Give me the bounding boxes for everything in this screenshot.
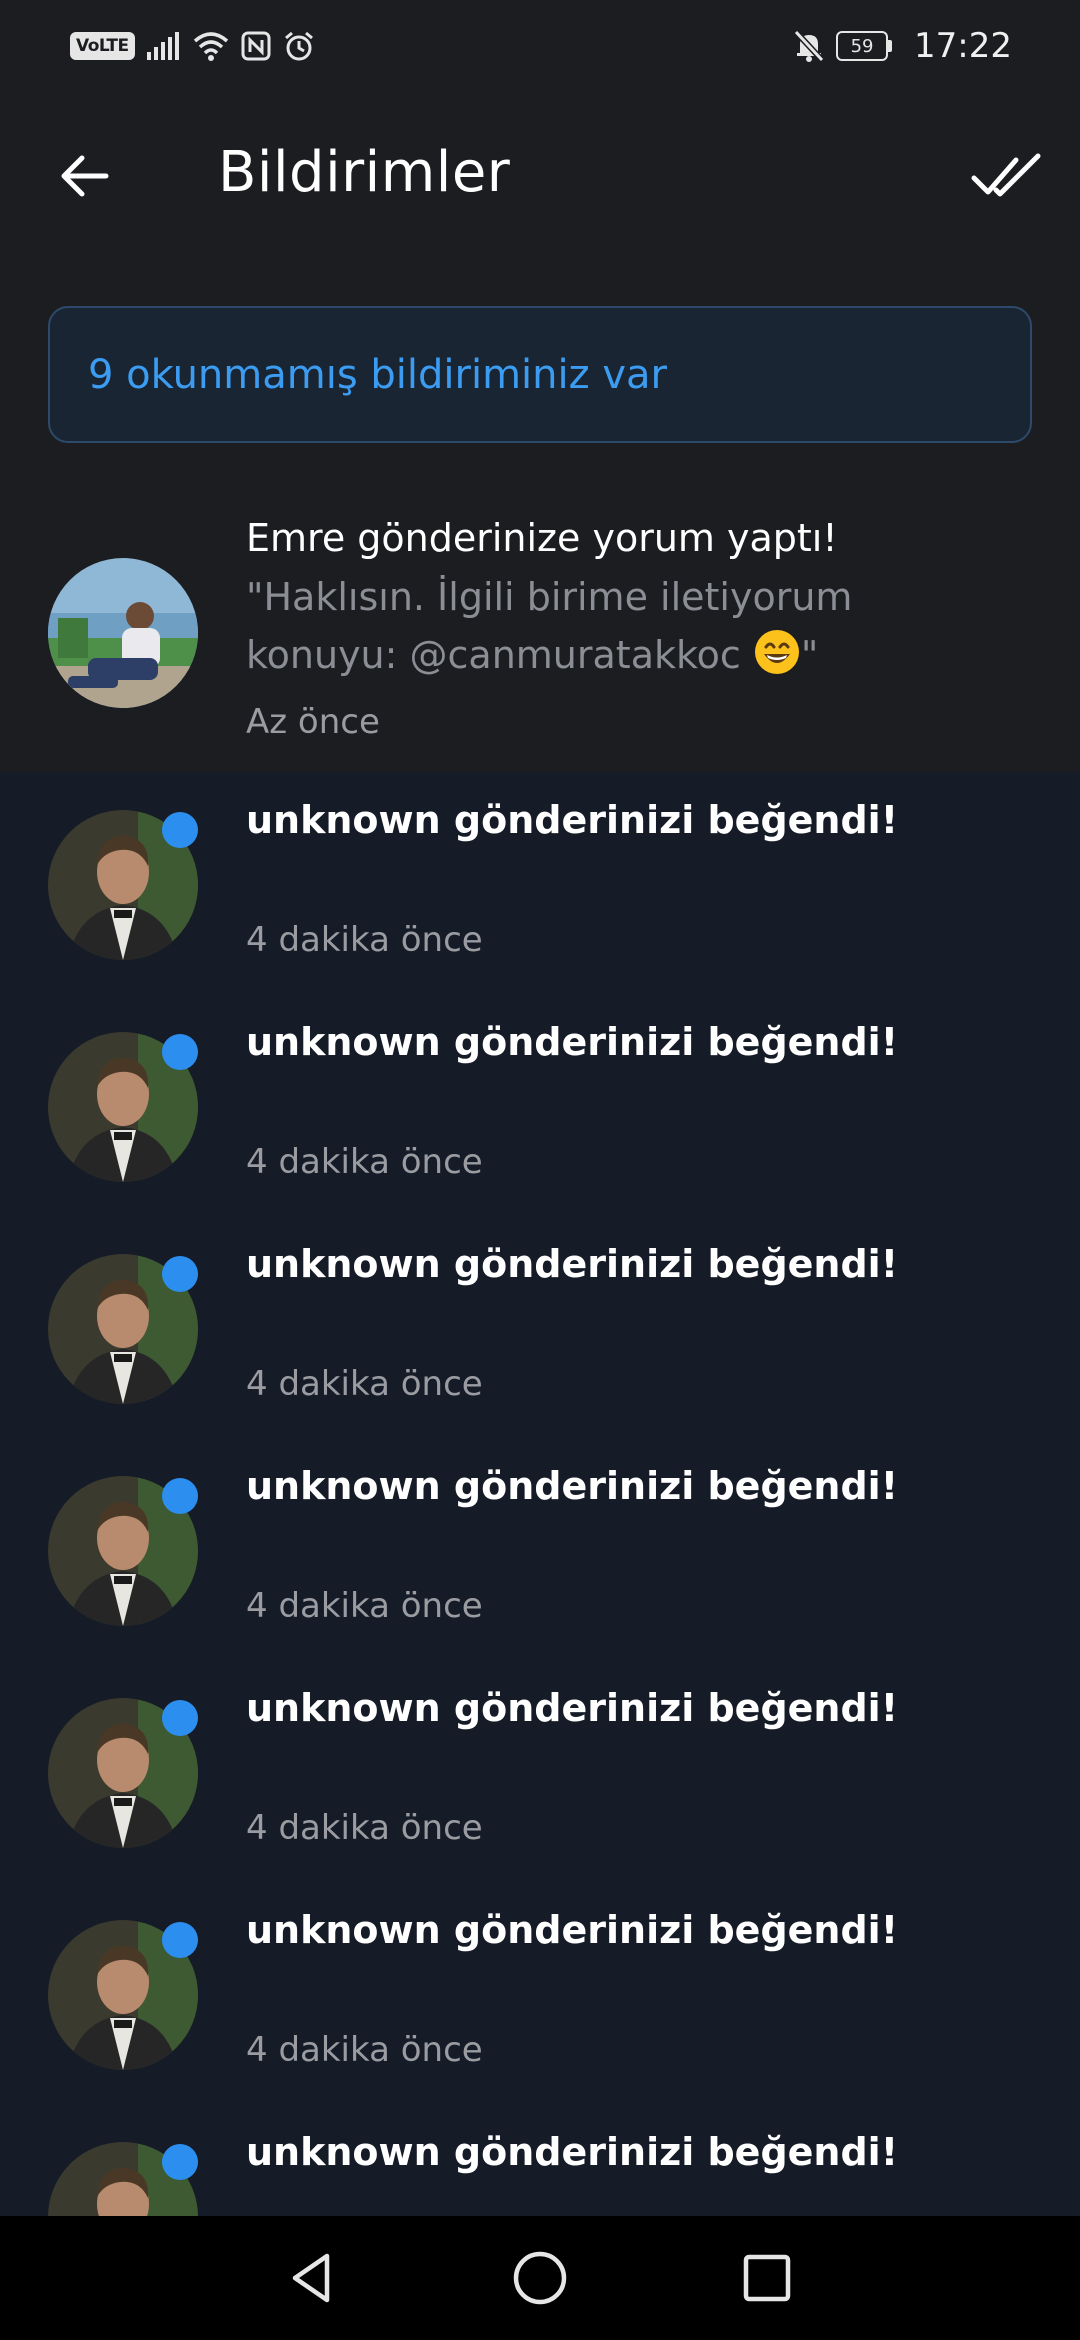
recents-square-icon[interactable] (737, 2248, 797, 2308)
nfc-icon (241, 31, 271, 61)
alarm-icon (284, 31, 313, 61)
notification-title: unknown gönderinizi beğendi! (246, 1464, 899, 1508)
home-circle-icon[interactable] (510, 2248, 570, 2308)
notification-time: 4 dakika önce (246, 2030, 483, 2070)
preview-end: " (800, 633, 819, 677)
notification-title: Emre gönderinize yorum yaptı! (246, 516, 838, 560)
avatar (48, 558, 198, 708)
unread-dot (162, 1478, 198, 1514)
unread-dot (162, 1256, 198, 1292)
back-arrow-icon[interactable] (56, 148, 112, 204)
page-title: Bildirimler (218, 140, 511, 205)
notification-time: 4 dakika önce (246, 1586, 483, 1626)
back-triangle-icon[interactable] (283, 2248, 343, 2308)
preview-line-1: "Haklısın. İlgili birime iletiyorum (246, 575, 853, 619)
mute-icon (794, 30, 825, 62)
notification-item[interactable]: unknown gönderinizi beğendi! 4 dakika ön… (0, 1660, 1080, 1882)
notification-item[interactable]: unknown gönderinizi beğendi! 4 dakika ön… (0, 994, 1080, 1216)
battery-indicator: 59 (836, 31, 893, 61)
status-right: 59 17:22 (794, 26, 1012, 66)
notification-title: unknown gönderinizi beğendi! (246, 1242, 899, 1286)
unread-dot (162, 812, 198, 848)
notification-time: 4 dakika önce (246, 1364, 483, 1404)
unread-dot (162, 1034, 198, 1070)
notification-time: Az önce (246, 702, 380, 742)
unread-count-banner: 9 okunmamış bildiriminiz var (48, 306, 1032, 443)
notification-time: 4 dakika önce (246, 1808, 483, 1848)
status-bar: VoLTE 59 17:22 (0, 0, 1080, 92)
notification-title: unknown gönderinizi beğendi! (246, 2130, 899, 2174)
status-left: VoLTE (70, 30, 315, 62)
grinning-emoji-icon (754, 630, 799, 674)
app-header: Bildirimler (0, 92, 1080, 252)
unread-dot (162, 1700, 198, 1736)
notification-item[interactable]: unknown gönderinizi beğendi! 4 dakika ön… (0, 772, 1080, 994)
wifi-icon (193, 32, 228, 61)
notification-title: unknown gönderinizi beğendi! (246, 1020, 899, 1064)
volte-badge: VoLTE (70, 32, 135, 60)
clock: 17:22 (914, 26, 1012, 66)
preview-line-2: konuyu: @canmuratakkoc (246, 633, 753, 677)
notification-time: 4 dakika önce (246, 1142, 483, 1182)
notification-item[interactable]: Emre gönderinize yorum yaptı! "Haklısın.… (0, 480, 1080, 772)
battery-level: 59 (836, 31, 889, 61)
signal-icon (146, 32, 179, 60)
notification-item[interactable]: unknown gönderinizi beğendi! 4 dakika ön… (0, 1216, 1080, 1438)
notification-title: unknown gönderinizi beğendi! (246, 1686, 899, 1730)
double-check-icon[interactable] (970, 148, 1042, 204)
unread-dot (162, 1922, 198, 1958)
notification-item[interactable]: unknown gönderinizi beğendi! 4 dakika ön… (0, 1438, 1080, 1660)
notification-item[interactable]: unknown gönderinizi beğendi! 4 dakika ön… (0, 1882, 1080, 2104)
notification-preview: "Haklısın. İlgili birime iletiyorum konu… (246, 568, 1006, 684)
unread-dot (162, 2144, 198, 2180)
notification-title: unknown gönderinizi beğendi! (246, 1908, 899, 1952)
notification-time: 4 dakika önce (246, 920, 483, 960)
battery-tip (888, 40, 893, 52)
unread-count-text: 9 okunmamış bildiriminiz var (88, 351, 667, 398)
notification-list: Emre gönderinize yorum yaptı! "Haklısın.… (0, 480, 1080, 2326)
system-nav-bar (0, 2216, 1080, 2340)
notification-title: unknown gönderinizi beğendi! (246, 798, 899, 842)
